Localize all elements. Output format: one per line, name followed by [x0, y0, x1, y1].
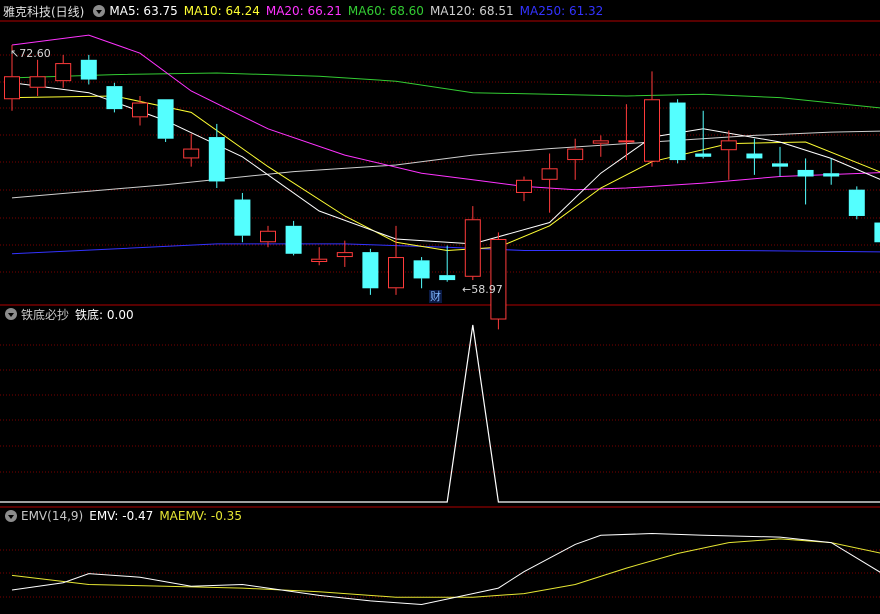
candle-body-up — [336, 252, 353, 258]
candle-body-down — [285, 225, 302, 254]
chevron-down-icon[interactable] — [5, 510, 17, 522]
candle-body-down — [362, 252, 379, 289]
candle-body-up — [464, 219, 481, 277]
candle-body-down — [413, 260, 430, 279]
emv-panel-header: EMV(14,9) EMV: -0.47 MAEMV: -0.35 — [0, 507, 248, 525]
maemv-line — [11, 538, 880, 598]
ma250-line — [11, 243, 880, 255]
price-title[interactable]: 雅克科技(日线) — [3, 3, 84, 20]
candle-body-up — [29, 76, 46, 88]
ma10-line — [11, 95, 880, 252]
ma120-legend: MA120: 68.51 — [429, 4, 514, 18]
high-price-label: ↖72.60 — [10, 47, 51, 60]
price-panel-header: 雅克科技(日线) MA5: 63.75 MA10: 64.24 MA20: 66… — [0, 2, 609, 20]
candle-body-up — [4, 76, 20, 100]
emv-line — [11, 532, 880, 606]
candle-body-down — [874, 222, 880, 243]
ma250-legend: MA250: 61.32 — [519, 4, 604, 18]
tiedi-panel-header: 铁底必抄 铁底: 0.00 — [0, 305, 140, 323]
ma20-legend: MA20: 66.21 — [265, 4, 342, 18]
emv-legend: EMV: -0.47 — [89, 509, 154, 523]
low-price-value: 58.97 — [471, 283, 503, 296]
candle-body-down — [106, 86, 123, 110]
candle-body-up — [541, 168, 558, 180]
candle-body-down — [746, 153, 763, 159]
ma120-line — [11, 130, 880, 199]
low-price-label: ←58.97 — [462, 283, 503, 296]
candle-body-down — [80, 59, 97, 80]
arrow-icon: ← — [462, 283, 472, 296]
candle-body-up — [516, 179, 532, 193]
candle-body-up — [490, 238, 507, 320]
finance-marker[interactable]: 财 — [429, 290, 442, 303]
candle-body-up — [132, 102, 148, 118]
candle-body-up — [311, 258, 328, 262]
ma10-legend: MA10: 64.24 — [183, 4, 260, 18]
candle-body-down — [772, 163, 788, 167]
candle-body-down — [234, 199, 251, 236]
candle-body-up — [618, 140, 635, 143]
candle-body-down — [669, 102, 686, 161]
chevron-down-icon[interactable] — [93, 5, 106, 17]
candle-body-up — [567, 148, 584, 161]
tiedi-legend: 铁底: 0.00 — [75, 307, 134, 322]
ma5-legend: MA5: 63.75 — [109, 4, 178, 18]
candle-body-down — [823, 173, 840, 177]
tiedi-title[interactable]: 铁底必抄 — [21, 306, 69, 323]
ma60-legend: MA60: 68.60 — [347, 4, 424, 18]
maemv-legend: MAEMV: -0.35 — [159, 509, 242, 523]
candle-body-down — [439, 275, 456, 281]
candle-body-up — [592, 140, 609, 144]
candle-body-up — [183, 148, 200, 159]
emv-title[interactable]: EMV(14,9) — [21, 509, 83, 523]
candle-body-down — [695, 153, 712, 157]
candle-body-up — [720, 140, 737, 151]
candle-body-down — [797, 169, 814, 177]
candle-body-up — [260, 230, 276, 243]
arrow-icon: ↖ — [10, 47, 20, 60]
candle-body-up — [644, 99, 660, 162]
candle-body-down — [157, 99, 174, 139]
candle-body-up — [55, 63, 72, 82]
candle-body-down — [208, 137, 225, 182]
chevron-down-icon[interactable] — [5, 308, 17, 320]
candle-body-down — [848, 189, 865, 216]
tiedi-line — [0, 324, 880, 503]
candle-body-up — [388, 257, 404, 289]
high-price-value: 72.60 — [19, 47, 51, 60]
